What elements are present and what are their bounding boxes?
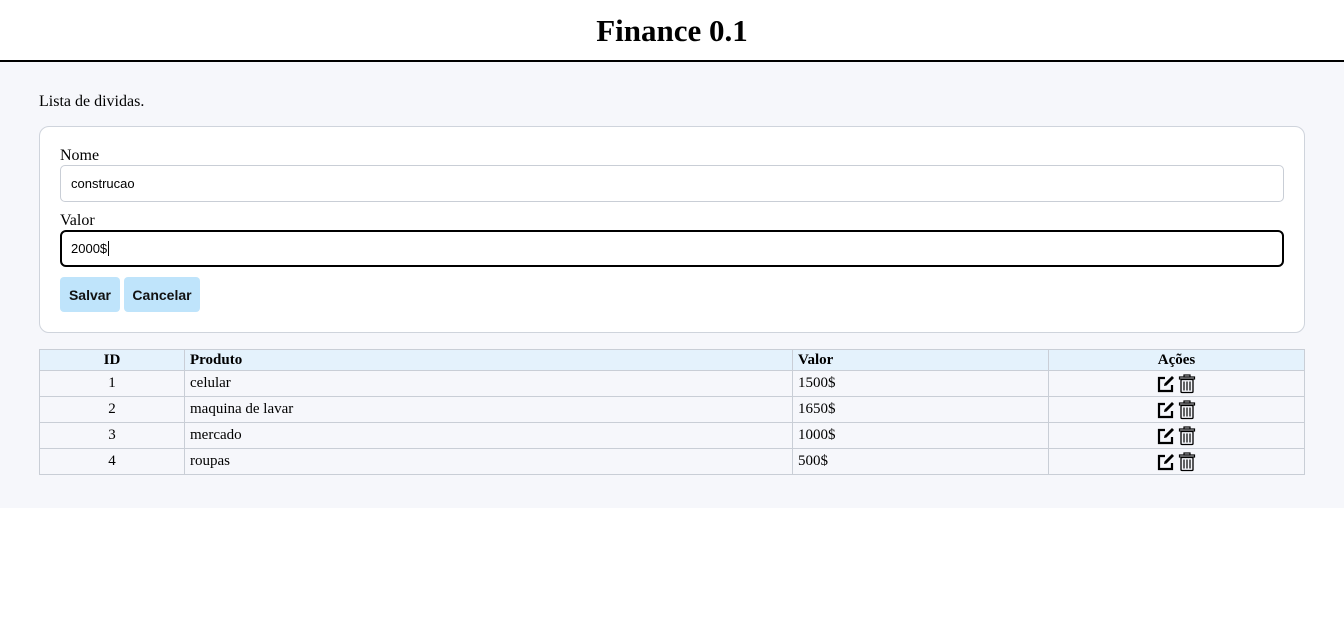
column-header-produto: Produto: [184, 349, 793, 371]
save-button[interactable]: Salvar: [60, 277, 120, 312]
trash-icon[interactable]: [1177, 451, 1197, 472]
cancel-button[interactable]: Cancelar: [124, 277, 200, 312]
app-title: Finance 0.1: [596, 12, 748, 48]
row-id: 2: [39, 396, 185, 423]
valor-label: Valor: [60, 212, 95, 229]
row-actions: [1048, 422, 1305, 449]
row-actions: [1048, 448, 1305, 475]
nome-input-value: construcao: [71, 176, 135, 191]
table-header-row: ID Produto Valor Ações: [39, 349, 1305, 371]
row-produto: roupas: [184, 448, 793, 475]
text-caret: [108, 241, 110, 256]
table-row: 1 celular 1500$: [39, 370, 1305, 397]
column-header-acoes: Ações: [1048, 349, 1305, 371]
row-valor: 1650$: [792, 396, 1049, 423]
row-produto: maquina de lavar: [184, 396, 793, 423]
row-valor: 1000$: [792, 422, 1049, 449]
column-header-id: ID: [39, 349, 185, 371]
app-header: Finance 0.1: [0, 0, 1344, 62]
row-id: 1: [39, 370, 185, 397]
valor-input[interactable]: 2000$: [60, 230, 1284, 267]
row-actions: [1048, 396, 1305, 423]
edit-icon[interactable]: [1156, 400, 1176, 420]
debts-table: ID Produto Valor Ações 1 celular 1500$ 2…: [39, 349, 1305, 475]
table-body: 1 celular 1500$ 2 maquina de lavar 1650$…: [39, 370, 1305, 475]
row-id: 3: [39, 422, 185, 449]
column-header-valor: Valor: [792, 349, 1049, 371]
trash-icon[interactable]: [1177, 399, 1197, 420]
edit-icon[interactable]: [1156, 374, 1176, 394]
table-row: 4 roupas 500$: [39, 448, 1305, 475]
trash-icon[interactable]: [1177, 373, 1197, 394]
nome-label: Nome: [60, 147, 100, 164]
row-valor: 1500$: [792, 370, 1049, 397]
row-valor: 500$: [792, 448, 1049, 475]
table-row: 2 maquina de lavar 1650$: [39, 396, 1305, 423]
main-content: Lista de dividas. Nome construcao Valor …: [0, 62, 1344, 508]
page-subtitle: Lista de dividas.: [39, 93, 145, 110]
edit-icon[interactable]: [1156, 426, 1176, 446]
edit-icon[interactable]: [1156, 452, 1176, 472]
row-id: 4: [39, 448, 185, 475]
nome-input[interactable]: construcao: [60, 165, 1284, 202]
debt-form: Nome construcao Valor 2000$ Salvar Cance…: [39, 126, 1305, 333]
trash-icon[interactable]: [1177, 425, 1197, 446]
row-produto: mercado: [184, 422, 793, 449]
table-row: 3 mercado 1000$: [39, 422, 1305, 449]
row-actions: [1048, 370, 1305, 397]
row-produto: celular: [184, 370, 793, 397]
valor-input-value: 2000$: [71, 241, 108, 256]
